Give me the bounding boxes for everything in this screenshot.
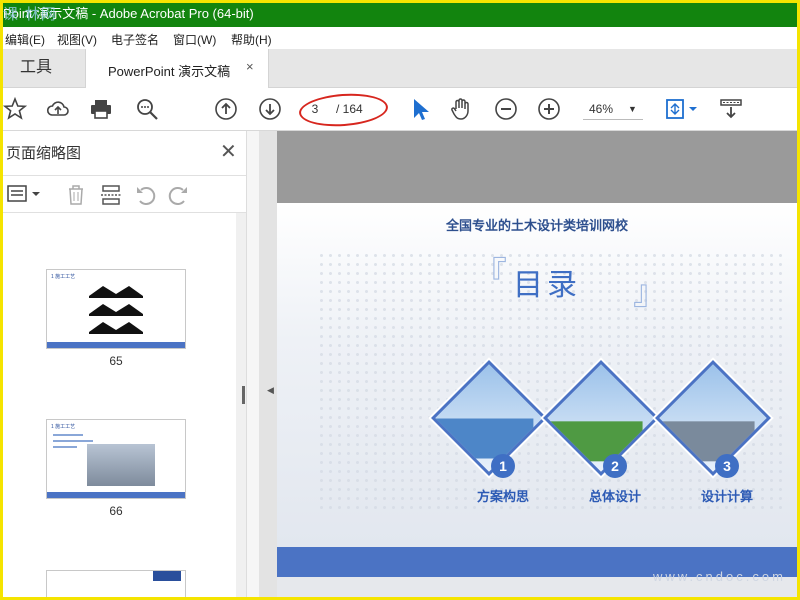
thumbnail-scrollbar[interactable] <box>236 213 246 597</box>
site-watermark: 课 林网 <box>3 5 57 23</box>
search-zoom-icon[interactable] <box>135 97 159 121</box>
document-watermark: www.cndoc.com <box>653 569 786 584</box>
panel-resize-handle[interactable] <box>242 386 245 404</box>
zoom-in-icon[interactable] <box>537 97 561 121</box>
item-number-3: 3 <box>715 454 739 478</box>
panel-toolbar <box>3 175 246 213</box>
options-menu-icon[interactable] <box>7 184 41 204</box>
slide-page: 全国专业的土木设计类培训网校 『 目录 』 1 2 3 方案构思 总体设计 设计… <box>277 131 797 597</box>
tab-close-button[interactable]: × <box>246 59 254 74</box>
slide-title: 全国专业的土木设计类培训网校 <box>445 218 628 233</box>
thumbnail-text-line <box>53 446 77 448</box>
bookmark-star-icon[interactable] <box>3 97 27 121</box>
delete-page-icon[interactable] <box>66 184 86 206</box>
slide-heading: 目录 <box>513 269 581 302</box>
page-thumbnail[interactable] <box>47 571 185 597</box>
previous-page-icon[interactable] <box>214 97 238 121</box>
menu-help[interactable]: 帮助(H) <box>231 31 272 48</box>
document-viewer[interactable]: ◀ 全国专业的土木设计类培训网校 『 目录 』 1 2 3 方案构思 总体设计 … <box>259 131 797 597</box>
scroll-mode-icon[interactable] <box>719 97 743 121</box>
slide-header-band <box>277 131 797 203</box>
fit-page-icon[interactable] <box>665 97 699 121</box>
menu-edit[interactable]: 编辑(E) <box>5 31 45 48</box>
page-thumbnail[interactable]: 1 施工工艺 <box>47 270 185 348</box>
toolbar: 3 / 164 46% ▼ <box>3 88 797 131</box>
hand-tool-icon[interactable] <box>449 97 473 121</box>
thumbnail-heading: 1 施工工艺 <box>51 424 76 430</box>
close-bracket: 』 <box>633 274 667 312</box>
upload-cloud-icon[interactable] <box>46 97 70 121</box>
item-number-2: 2 <box>603 454 627 478</box>
panel-divider[interactable] <box>246 131 259 597</box>
item-label-3: 设计计算 <box>700 489 753 504</box>
zoom-select[interactable]: 46% ▼ <box>583 99 643 120</box>
item-label-2: 总体设计 <box>588 489 641 504</box>
collapse-panel-icon[interactable]: ◀ <box>267 385 274 396</box>
tab-document-label: PowerPoint 演示文稿 <box>108 64 231 79</box>
thumbnail-band <box>47 492 185 498</box>
tab-document[interactable]: PowerPoint 演示文稿 × <box>85 49 269 88</box>
item-number-1: 1 <box>491 454 515 478</box>
insert-page-icon[interactable] <box>100 184 122 206</box>
menu-sign[interactable]: 电子签名 <box>111 31 159 48</box>
acrobat-window: Point 演示文稿 - Adobe Acrobat Pro (64-bit) … <box>3 3 797 597</box>
thumbnail-text-line <box>53 440 93 442</box>
panel-title: 页面缩略图 <box>6 145 82 162</box>
panel-close-button[interactable]: ✕ <box>220 139 237 164</box>
page-thumbnail[interactable]: 1 施工工艺 <box>47 420 185 498</box>
title-bar: Point 演示文稿 - Adobe Acrobat Pro (64-bit) … <box>3 3 797 27</box>
open-bracket: 『 <box>473 256 507 294</box>
rotate-right-icon[interactable] <box>167 184 189 206</box>
print-icon[interactable] <box>89 97 113 121</box>
item-label-1: 方案构思 <box>476 489 529 504</box>
rotate-left-icon[interactable] <box>135 184 157 206</box>
menu-bar: 编辑(E) 视图(V) 电子签名 窗口(W) 帮助(H) <box>3 27 797 49</box>
thumbnail-page-number: 65 <box>109 354 123 368</box>
chevron-down-icon: ▼ <box>628 104 637 114</box>
menu-view[interactable]: 视图(V) <box>57 31 97 48</box>
zoom-out-icon[interactable] <box>494 97 518 121</box>
thumbnail-logo <box>153 571 181 581</box>
truss-drawing <box>89 286 143 334</box>
red-highlight-oval <box>297 90 390 130</box>
thumbnail-band <box>47 342 185 348</box>
menu-window[interactable]: 窗口(W) <box>173 31 216 48</box>
next-page-icon[interactable] <box>258 97 282 121</box>
thumbnail-text-line <box>53 434 83 436</box>
thumbnail-page-number: 66 <box>109 504 123 518</box>
tab-bar: 工具 PowerPoint 演示文稿 × <box>3 49 797 88</box>
zoom-value: 46% <box>589 102 614 116</box>
select-cursor-icon[interactable] <box>407 97 431 121</box>
tab-tools[interactable]: 工具 <box>3 49 85 87</box>
thumbnail-photo <box>87 444 155 486</box>
thumbnail-panel: 页面缩略图 ✕ 1 施工工艺 65 1 施工工艺 66 <box>3 131 259 597</box>
thumbnail-heading: 1 施工工艺 <box>51 274 76 280</box>
